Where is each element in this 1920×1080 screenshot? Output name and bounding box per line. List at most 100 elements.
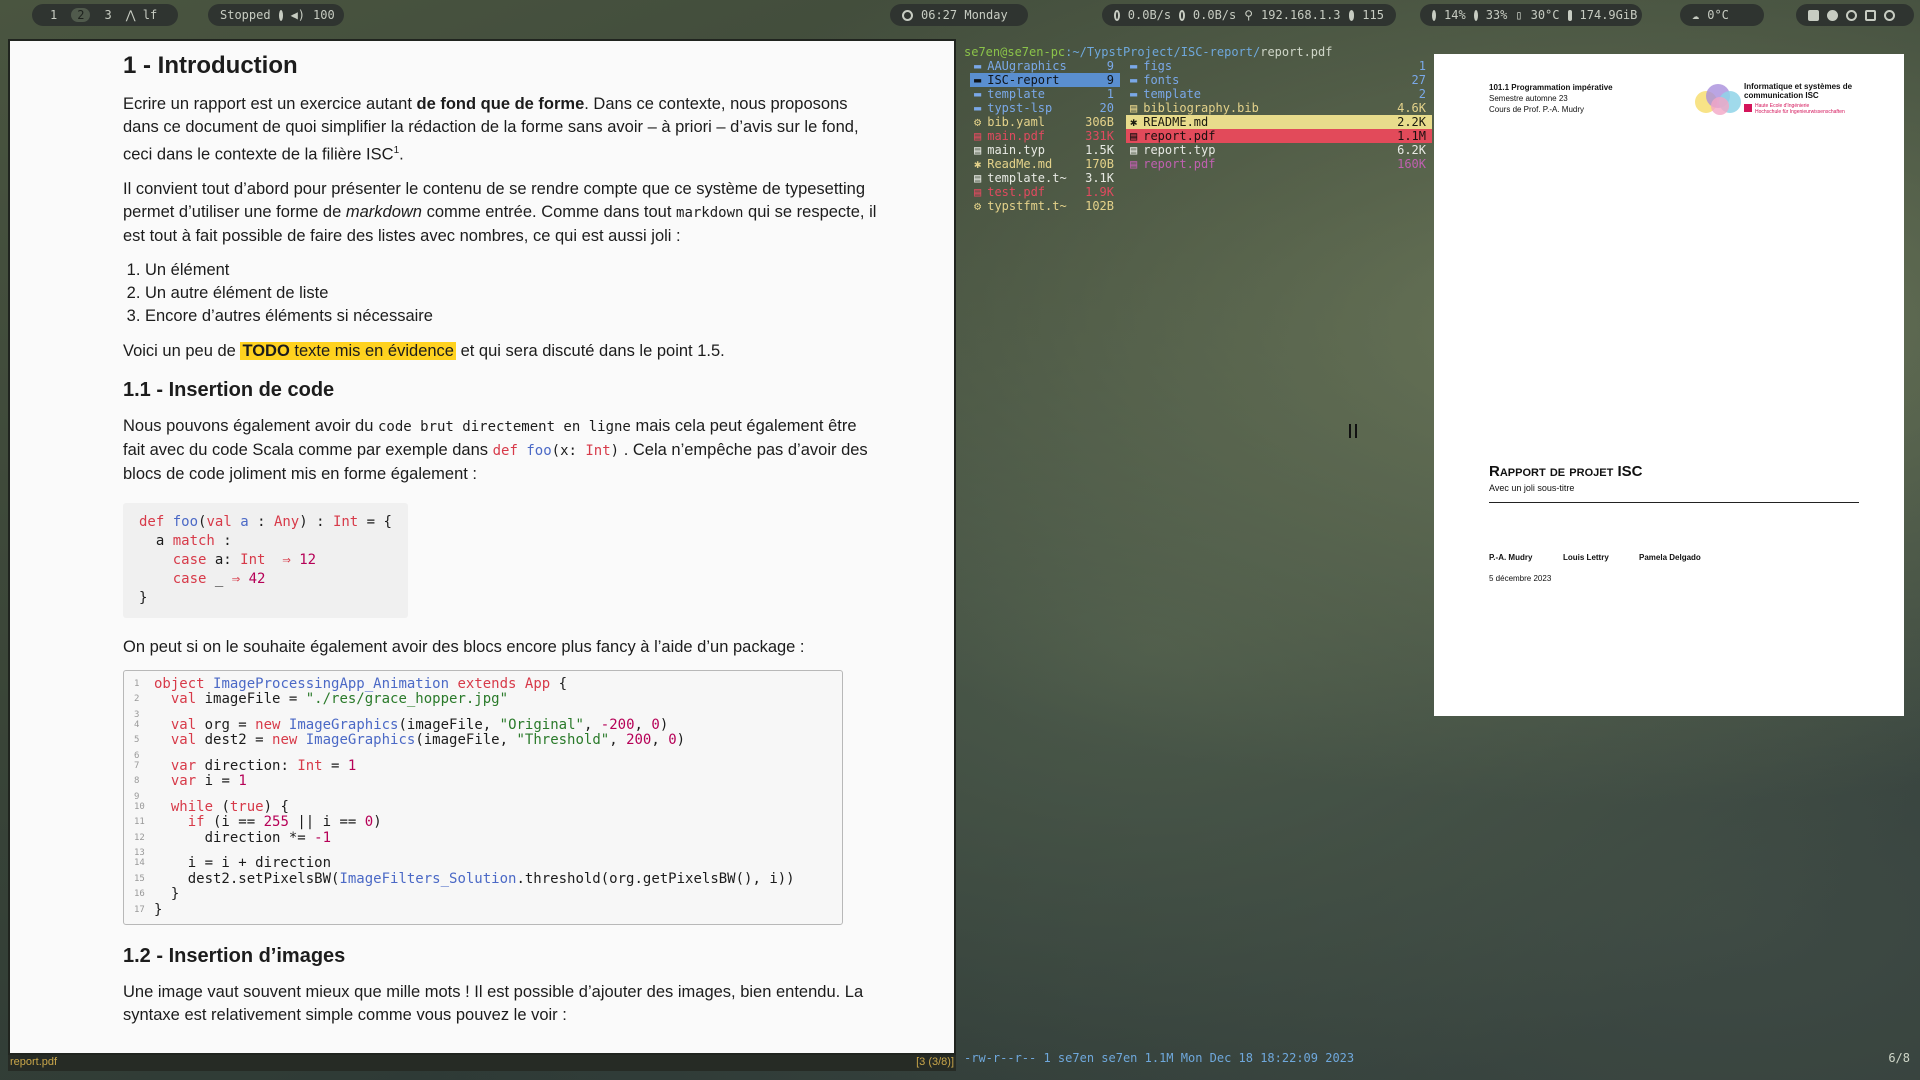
file-name-text: AAUgraphics — [987, 59, 1067, 73]
volume-value: 100 — [313, 8, 335, 22]
code-text: direction *= -1 — [154, 829, 332, 846]
file-entry[interactable]: ▬ AAUgraphics 9 — [970, 59, 1120, 73]
workspace-2[interactable]: 2 — [71, 8, 91, 22]
code-text: while (true) { — [170, 798, 289, 815]
file-position: 6/8 — [1888, 1051, 1910, 1065]
file-entry[interactable]: ⚙ typstfmt.t~ 102B — [970, 199, 1120, 213]
file-entry[interactable]: ▤ test.pdf 1.9K — [970, 185, 1120, 199]
line-number: 4 — [134, 719, 140, 730]
thermometer-icon: ▯ — [1515, 8, 1523, 22]
file-name: ▤ test.pdf — [974, 185, 1045, 199]
file-size: 102B — [1085, 199, 1114, 213]
file-name: ▬ template — [1130, 87, 1201, 101]
workspace-1[interactable]: 1 — [44, 8, 63, 22]
power-icon[interactable] — [1884, 9, 1895, 21]
line-number: 11 — [134, 817, 145, 827]
file-entry[interactable]: ▬ template 1 — [970, 87, 1120, 101]
workspace-3[interactable]: 3 — [98, 8, 117, 22]
media-player[interactable]: Stopped ◀) 100 — [208, 4, 344, 26]
code-text: } — [154, 886, 180, 902]
pdf-viewer[interactable]: 1 - Introduction Ecrire un rapport est u… — [8, 39, 956, 1055]
text: . — [399, 145, 404, 164]
weather-widget[interactable]: ☁ 0°C — [1680, 4, 1764, 26]
file-entry[interactable]: ▬ figs 1 — [1126, 59, 1432, 73]
file-name: ▬ fonts — [1130, 73, 1179, 87]
code-text: if (i == 255 || i == 0) — [187, 814, 382, 830]
file-entry[interactable]: ▤ bibliography.bib 4.6K — [1126, 101, 1432, 115]
file-entry[interactable]: ▤ report.pdf 1.1M — [1126, 129, 1432, 143]
system-widget[interactable]: 14% 33% ▯ 30°C 174.9GiB — [1420, 4, 1642, 26]
file-entry[interactable]: ▤ main.typ 1.5K — [970, 143, 1120, 157]
line-number: 16 — [134, 889, 145, 899]
parent-directory-column: ▬ AAUgraphics 9 ▬ ISC-report 9 ▬ template 1 ▬ typs… — [970, 59, 1120, 213]
clock-text: 06:27 Monday — [921, 8, 1008, 22]
code-line: 5 val dest2 = new ImageGraphics(imageFil… — [134, 732, 832, 749]
settings-icon[interactable] — [1846, 9, 1857, 21]
file-entry[interactable]: ✱ README.md 2.2K — [1126, 115, 1432, 129]
file-entry[interactable]: ▤ template.t~ 3.1K — [970, 171, 1120, 185]
code-line: 15 dest2.setPixelsBW(ImageFilters_Soluti… — [134, 871, 832, 888]
file-size: 6.2K — [1397, 143, 1426, 157]
link-icon: ⚲ — [1244, 8, 1254, 22]
code-text: var i = 1 — [170, 773, 247, 789]
file-name-text: bib.yaml — [987, 115, 1046, 129]
clock-widget[interactable]: 06:27 Monday — [890, 4, 1028, 26]
folder-icon: ▬ — [974, 101, 982, 115]
italic-text: markdown — [345, 202, 422, 221]
folder-icon: ▬ — [1130, 59, 1138, 73]
section-heading-code: 1.1 - Insertion de code — [123, 378, 335, 401]
file-entry[interactable]: ▬ ISC-report 9 — [970, 73, 1120, 87]
mem-usage: 33% — [1485, 8, 1508, 22]
line-number: 1 — [134, 678, 140, 689]
code-line: 8 var i = 1 — [134, 773, 832, 790]
file-size: 20 — [1099, 101, 1114, 115]
bold-text: de fond que de forme — [416, 95, 585, 113]
file-name: ▬ ISC-report — [974, 73, 1059, 87]
list-item: Un autre élément de liste — [145, 282, 883, 305]
window-icon[interactable] — [1865, 9, 1876, 21]
paragraph-3: Voici un peu de TODO texte mis en éviden… — [123, 340, 883, 363]
code-text: var direction: Int = 1 — [170, 757, 357, 774]
code-line: 4 val org = new ImageGraphics(imageFile,… — [134, 717, 832, 734]
fm-path: se7en@se7en-pc:~/TypstProject/ISC-report… — [964, 45, 1332, 59]
file-entry[interactable]: ▬ typst-lsp 20 — [970, 101, 1120, 115]
markdown-icon: ✱ — [974, 157, 982, 171]
triangle-icon: ⋀ — [125, 8, 136, 22]
upload-icon — [1179, 9, 1185, 21]
file-name: ▬ typst-lsp — [974, 101, 1052, 115]
file-entry[interactable]: ⚙ bib.yaml 306B — [970, 115, 1120, 129]
line-number: 9 — [134, 791, 140, 802]
file-name-text: report.pdf — [1143, 157, 1216, 171]
paragraph-2: Il convient tout d’abord pour présenter … — [123, 178, 883, 248]
file-name: ▬ figs — [1130, 59, 1172, 73]
workspace-switcher: 1 2 3 ⋀ lf — [32, 4, 178, 26]
file-name: ▬ template — [974, 87, 1045, 101]
gear-icon: ⚙ — [974, 199, 982, 213]
network-widget[interactable]: 0.0B/s 0.0B/s ⚲ 192.168.1.3 115 — [1102, 4, 1396, 26]
file-name-text: test.pdf — [987, 185, 1046, 199]
file-entry[interactable]: ▬ template 2 — [1126, 87, 1432, 101]
pdf-filename: report.pdf — [10, 1056, 58, 1068]
line-number: 2 — [134, 694, 140, 704]
inline-code: code brut directement en ligne — [378, 418, 631, 435]
file-size: 1.9K — [1085, 185, 1114, 199]
file-size: 160K — [1397, 157, 1426, 171]
file-icon: ▤ — [1130, 143, 1138, 157]
file-name-text: figs — [1143, 59, 1173, 73]
pdf-icon: ▤ — [1130, 157, 1138, 171]
file-entry[interactable]: ✱ ReadMe.md 170B — [970, 157, 1120, 171]
file-size: 1.1M — [1397, 129, 1426, 143]
snow-cloud-icon: ☁ — [1692, 8, 1700, 22]
lock-icon[interactable] — [1808, 9, 1819, 21]
code-block-simple: def foo(val a : Any) : Int = { a match :… — [123, 502, 408, 618]
pdf-icon: ▤ — [1130, 129, 1138, 143]
file-entry[interactable]: ▤ report.pdf 160K — [1126, 157, 1432, 171]
palette-icon[interactable] — [1827, 9, 1838, 21]
author: Louis Lettry — [1563, 553, 1609, 562]
text: comme entrée. Comme dans tout — [421, 202, 677, 221]
file-entry[interactable]: ▤ main.pdf 331K — [970, 129, 1120, 143]
file-entry[interactable]: ▬ fonts 27 — [1126, 73, 1432, 87]
paragraph-6: Une image vaut souvent mieux que mille m… — [123, 983, 864, 1024]
file-name: ▤ report.pdf — [1130, 129, 1215, 143]
file-entry[interactable]: ▤ report.typ 6.2K — [1126, 143, 1432, 157]
